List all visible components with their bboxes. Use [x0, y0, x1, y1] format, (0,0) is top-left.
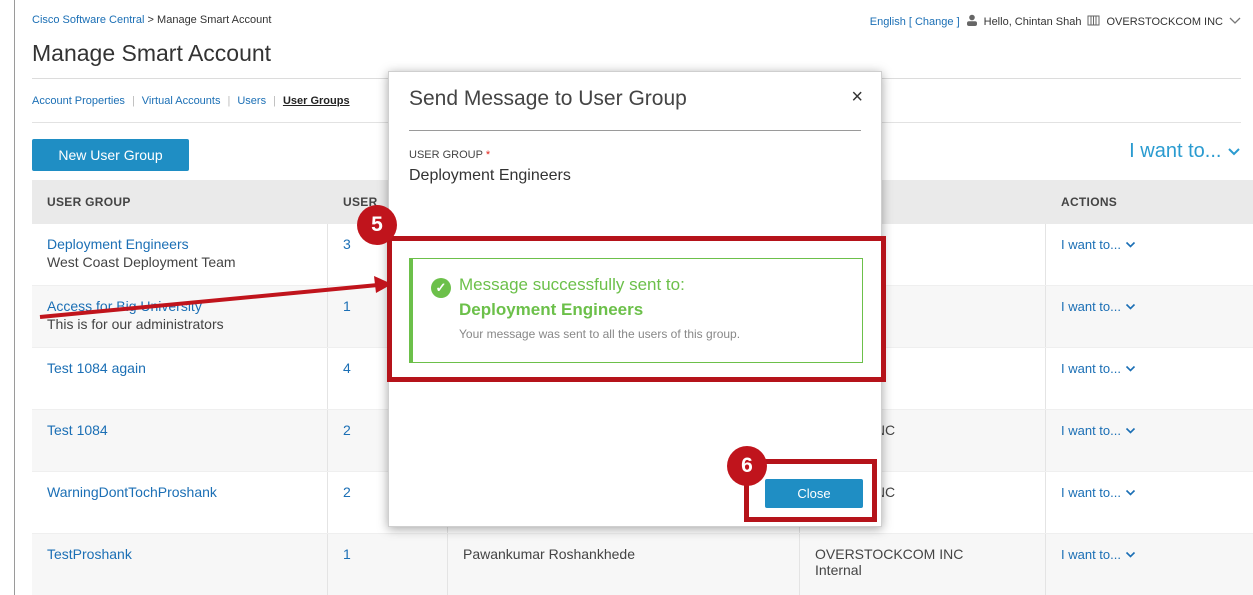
row-actions-label: I want to...: [1061, 237, 1121, 252]
row-actions-label: I want to...: [1061, 299, 1121, 314]
dialog-divider: [409, 130, 861, 131]
users-count-link[interactable]: 1: [328, 534, 448, 595]
account-type: Internal: [815, 562, 862, 578]
row-actions-label: I want to...: [1061, 485, 1121, 500]
breadcrumb-separator: >: [144, 14, 158, 26]
row-actions-label: I want to...: [1061, 547, 1121, 562]
user-group-value: Deployment Engineers: [409, 167, 571, 184]
chevron-down-icon: [1125, 303, 1135, 310]
chevron-down-icon: [1125, 551, 1135, 558]
column-header-actions: ACTIONS: [1061, 195, 1118, 209]
close-icon[interactable]: ×: [851, 86, 863, 109]
i-want-to-menu[interactable]: I want to...: [1129, 140, 1241, 163]
chevron-down-icon: [1125, 241, 1135, 248]
row-actions-menu[interactable]: I want to...: [1061, 423, 1136, 438]
account-name[interactable]: OVERSTOCKCOM INC: [1106, 16, 1223, 28]
breadcrumb: Cisco Software Central > Manage Smart Ac…: [32, 14, 271, 26]
actions-cell: I want to...: [1046, 534, 1253, 595]
chevron-down-icon[interactable]: [1229, 16, 1241, 28]
tab-user-groups[interactable]: User Groups: [283, 95, 350, 107]
i-want-to-label: I want to...: [1129, 140, 1222, 162]
column-header-user-group[interactable]: USER GROUP: [32, 180, 328, 224]
account-cell: OVERSTOCKCOM INC Internal: [800, 534, 1046, 595]
group-cell: Access for Big University This is for ou…: [32, 286, 328, 347]
chevron-down-icon: [1125, 365, 1135, 372]
group-name-link[interactable]: WarningDontTochProshank: [47, 484, 327, 500]
breadcrumb-current: Manage Smart Account: [157, 14, 272, 26]
group-description: This is for our administrators: [47, 316, 224, 332]
user-group-label: USER GROUP *: [409, 149, 490, 161]
tab-separator: |: [273, 95, 276, 107]
chevron-down-icon: [1125, 489, 1135, 496]
actions-cell: I want to...: [1046, 348, 1253, 409]
header-user-area: English [ Change ] Hello, Chintan Shah O…: [870, 14, 1241, 29]
dialog-title: Send Message to User Group: [409, 87, 687, 110]
tab-virtual-accounts[interactable]: Virtual Accounts: [142, 95, 221, 107]
building-icon: [1087, 14, 1100, 29]
actions-cell: I want to...: [1046, 472, 1253, 533]
group-name-link[interactable]: Access for Big University: [47, 298, 327, 314]
group-name-link[interactable]: TestProshank: [47, 546, 327, 562]
group-cell: TestProshank: [32, 534, 328, 595]
row-actions-menu[interactable]: I want to...: [1061, 361, 1136, 376]
group-description: West Coast Deployment Team: [47, 254, 236, 270]
tab-account-properties[interactable]: Account Properties: [32, 95, 125, 107]
tab-separator: |: [131, 95, 135, 107]
callout-highlight-5: [387, 236, 886, 382]
actions-cell: I want to...: [1046, 286, 1253, 347]
required-mark: *: [485, 149, 491, 161]
row-actions-menu[interactable]: I want to...: [1061, 485, 1136, 500]
row-actions-label: I want to...: [1061, 423, 1121, 438]
user-icon: [966, 14, 978, 29]
chevron-down-icon: [1125, 427, 1135, 434]
actions-cell: I want to...: [1046, 224, 1253, 285]
group-name-link[interactable]: Deployment Engineers: [47, 236, 327, 252]
row-actions-menu[interactable]: I want to...: [1061, 299, 1136, 314]
row-actions-menu[interactable]: I want to...: [1061, 237, 1136, 252]
user-group-label-text: USER GROUP: [409, 149, 483, 161]
tab-separator: |: [227, 95, 231, 107]
account-tabs: Account Properties | Virtual Accounts | …: [32, 95, 350, 107]
group-cell: WarningDontTochProshank: [32, 472, 328, 533]
tab-users[interactable]: Users: [237, 95, 266, 107]
user-greeting: Hello, Chintan Shah: [983, 15, 1082, 28]
step-badge-6: 6: [727, 446, 767, 486]
group-cell: Test 1084: [32, 410, 328, 471]
group-cell: Test 1084 again: [32, 348, 328, 409]
new-user-group-button[interactable]: New User Group: [32, 139, 189, 171]
row-actions-menu[interactable]: I want to...: [1061, 547, 1136, 562]
page-title: Manage Smart Account: [32, 40, 272, 66]
group-name-link[interactable]: Test 1084 again: [47, 360, 327, 376]
row-actions-label: I want to...: [1061, 361, 1121, 376]
account-name: OVERSTOCKCOM INC: [815, 546, 964, 562]
breadcrumb-root-link[interactable]: Cisco Software Central: [32, 14, 145, 26]
language-switch[interactable]: English [ Change ]: [870, 16, 960, 28]
group-name-link[interactable]: Test 1084: [47, 422, 327, 438]
actions-cell: I want to...: [1046, 410, 1253, 471]
group-cell: Deployment Engineers West Coast Deployme…: [32, 224, 328, 285]
step-badge-5: 5: [357, 205, 397, 245]
left-margin: [0, 0, 14, 595]
table-row: TestProshank 1 Pawankumar Roshankhede OV…: [32, 534, 1253, 595]
chevron-down-icon: [1228, 148, 1240, 156]
created-by: Pawankumar Roshankhede: [448, 534, 800, 595]
